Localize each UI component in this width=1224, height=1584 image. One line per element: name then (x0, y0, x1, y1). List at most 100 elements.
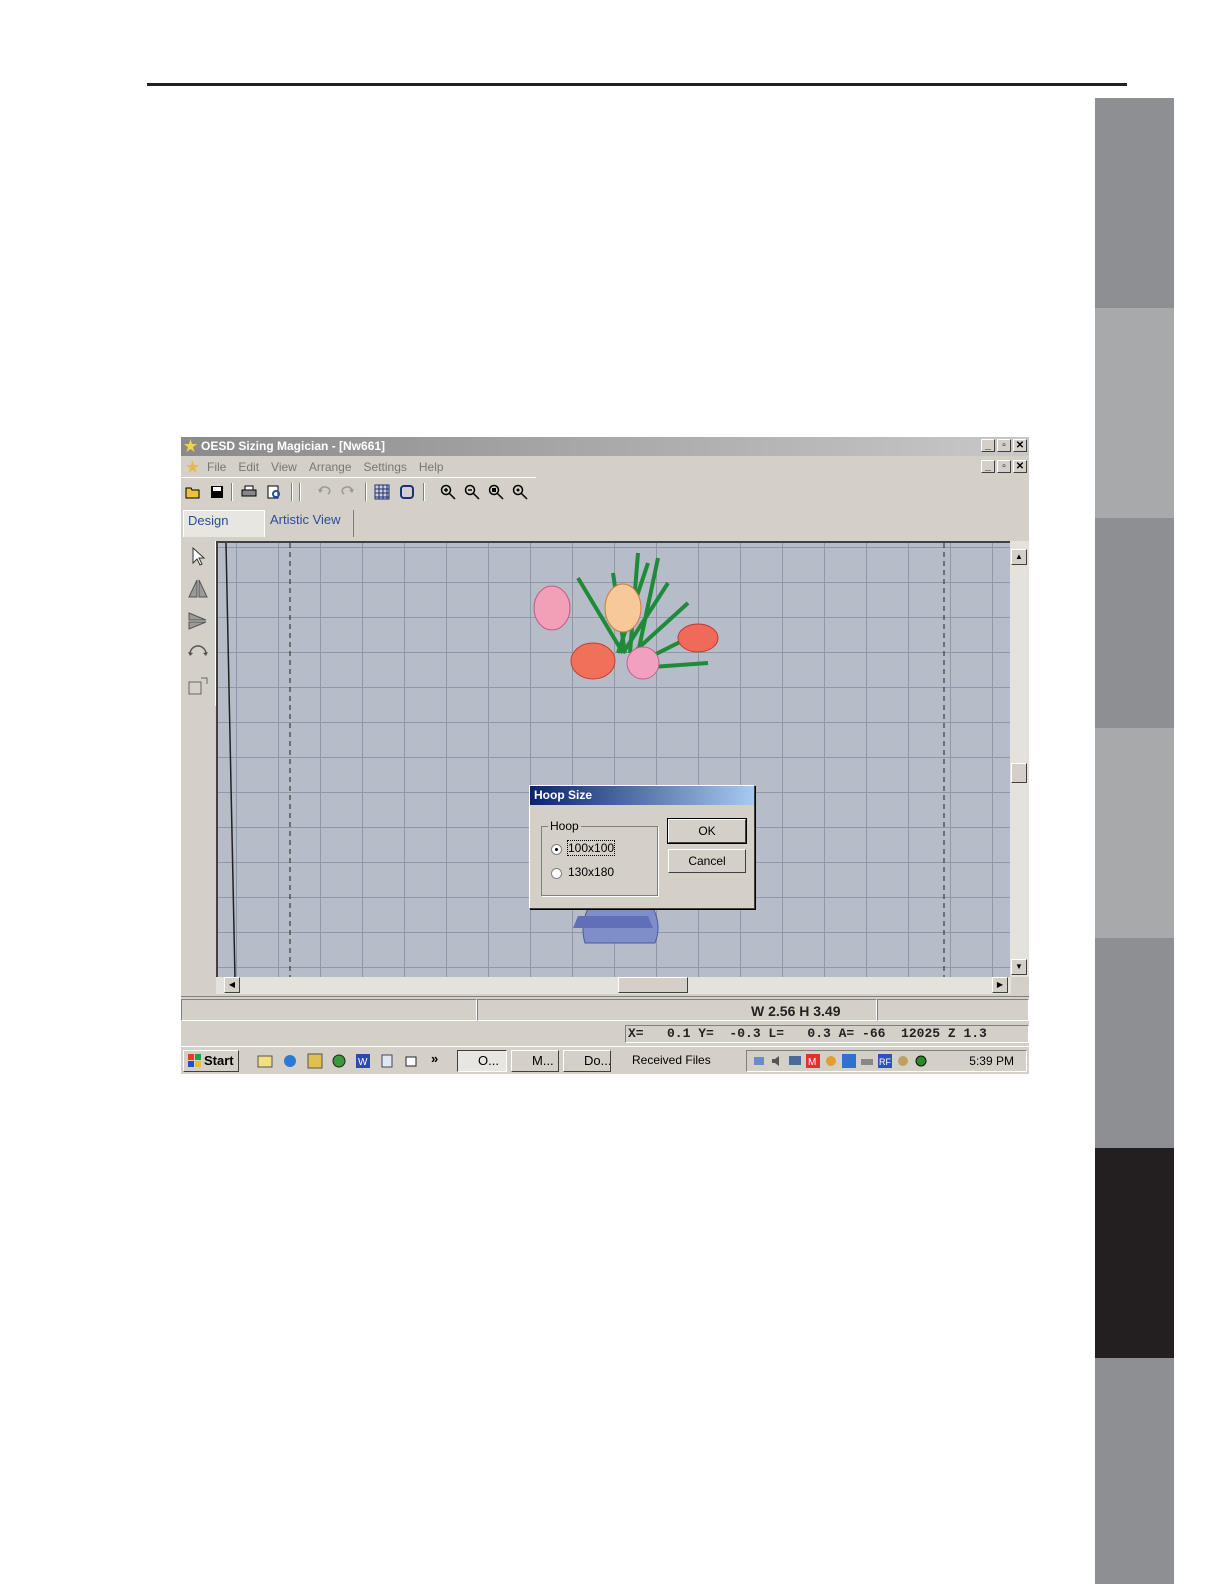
canvas-overlay (225, 543, 945, 977)
coordinate-bar: X= 0.1 Y= -0.3 L= 0.3 A= -66 12025 Z 1.3 (181, 1023, 1029, 1045)
svg-text:W: W (358, 1057, 368, 1068)
tray-speaker-icon[interactable] (770, 1054, 784, 1068)
section-tab-4 (1095, 728, 1174, 938)
mirror-horizontal-icon[interactable] (187, 610, 209, 632)
ok-button[interactable]: OK (667, 818, 747, 844)
hoop-edge-line (225, 543, 236, 977)
received-files-label[interactable]: Received Files (632, 1053, 711, 1067)
svg-text:M: M (808, 1057, 816, 1068)
radio-label-130x180[interactable]: 130x180 (568, 865, 614, 879)
menu-arrange[interactable]: Arrange (309, 460, 352, 474)
menu-help[interactable]: Help (419, 460, 444, 474)
dialog-title[interactable]: Hoop Size (530, 786, 754, 805)
task-sizing-magician[interactable]: O... (457, 1050, 507, 1072)
hoop-size-dialog: Hoop Size 100x100 130x180 Hoop OK Cancel (529, 785, 755, 909)
view-tabs: Design Artistic View (181, 507, 1029, 539)
windows-logo-icon (188, 1054, 201, 1067)
zoom-fit-icon[interactable] (487, 483, 505, 501)
app-window: OESD Sizing Magician - [Nw661] _ ▫ ✕ Fil… (181, 437, 1029, 1074)
toolbar-separator (291, 483, 293, 501)
quick-launch-window-icon[interactable] (403, 1053, 419, 1069)
vertical-scroll-thumb[interactable] (1011, 763, 1027, 783)
doc-restore-button[interactable]: ▫ (997, 460, 1011, 473)
zoom-in-icon[interactable] (439, 483, 457, 501)
status-cell-3 (877, 999, 1029, 1021)
doc-minimize-button[interactable]: _ (981, 460, 995, 473)
hoop-icon[interactable] (398, 483, 416, 501)
quick-launch-cd-icon[interactable] (331, 1053, 347, 1069)
taskbar: Start W » O... M... Do... Received Files… (181, 1046, 1029, 1074)
quick-launch-app-icon[interactable] (307, 1053, 323, 1069)
tray-printer-icon[interactable] (860, 1054, 874, 1068)
tray-gear-icon[interactable] (914, 1054, 928, 1068)
close-button[interactable]: ✕ (1013, 439, 1027, 452)
vertical-scrollbar[interactable]: ▲ ▼ (1010, 541, 1029, 977)
minimize-button[interactable]: _ (981, 439, 995, 452)
start-label: Start (204, 1053, 234, 1068)
tab-artistic-view[interactable]: Artistic View (266, 510, 354, 537)
save-icon[interactable] (208, 483, 226, 501)
horizontal-scroll-thumb[interactable] (618, 977, 688, 993)
restore-button[interactable]: ▫ (997, 439, 1011, 452)
redo-icon[interactable] (339, 483, 357, 501)
menu-file[interactable]: File (207, 460, 226, 474)
title-bar[interactable]: OESD Sizing Magician - [Nw661] _ ▫ ✕ (181, 437, 1029, 456)
clock[interactable]: 5:39 PM (969, 1054, 1014, 1068)
zoom-out-icon[interactable] (463, 483, 481, 501)
scroll-up-button[interactable]: ▲ (1011, 549, 1027, 565)
resize-icon[interactable] (187, 676, 209, 698)
more-chevron-icon[interactable]: » (431, 1051, 438, 1066)
section-tab-3 (1095, 518, 1174, 728)
menu-view[interactable]: View (271, 460, 297, 474)
mirror-vertical-icon[interactable] (187, 578, 209, 600)
radio-100x100[interactable] (551, 844, 562, 855)
status-cell-1 (181, 999, 477, 1021)
tray-monitor-icon[interactable] (788, 1054, 802, 1068)
word-icon[interactable]: W (355, 1053, 371, 1069)
toolbar-separator (423, 483, 425, 501)
open-folder-icon[interactable] (184, 483, 202, 501)
menu-settings[interactable]: Settings (364, 460, 407, 474)
toolbar-separator (365, 483, 367, 501)
horizontal-scrollbar[interactable]: ◀ ▶ (216, 977, 1011, 994)
tray-chart-icon[interactable] (842, 1054, 856, 1068)
status-bar: W 2.56 H 3.49 (181, 996, 1029, 1023)
select-arrow-icon[interactable] (187, 546, 209, 568)
zoom-actual-icon[interactable] (511, 483, 529, 501)
tray-sync-icon[interactable] (896, 1054, 910, 1068)
internet-explorer-icon[interactable] (282, 1053, 298, 1069)
section-tab-5 (1095, 938, 1174, 1148)
quick-launch-doc-icon[interactable] (379, 1053, 395, 1069)
task-word-2[interactable]: Do... (563, 1050, 611, 1072)
section-tab-strip (1095, 98, 1174, 1584)
doc-close-button[interactable]: ✕ (1013, 460, 1027, 473)
scroll-left-button[interactable]: ◀ (224, 977, 240, 993)
start-button[interactable]: Start (183, 1050, 239, 1072)
scroll-right-button[interactable]: ▶ (992, 977, 1008, 993)
cancel-button[interactable]: Cancel (668, 849, 746, 873)
show-desktop-icon[interactable] (257, 1053, 273, 1069)
toolbar (181, 477, 536, 506)
print-preview-icon[interactable] (265, 483, 283, 501)
tab-design[interactable]: Design (183, 510, 265, 537)
app-star-icon (184, 439, 197, 452)
grid-icon[interactable] (373, 483, 391, 501)
menu-edit[interactable]: Edit (238, 460, 259, 474)
window-title: OESD Sizing Magician - [Nw661] (201, 439, 386, 453)
undo-icon[interactable] (315, 483, 333, 501)
rotate-icon[interactable] (187, 640, 209, 662)
tray-rf-icon[interactable]: RF (878, 1054, 892, 1068)
radio-label-100x100[interactable]: 100x100 (566, 840, 616, 856)
section-tab-7 (1095, 1358, 1174, 1584)
print-icon[interactable] (240, 483, 258, 501)
task-word-1[interactable]: M... (511, 1050, 559, 1072)
design-canvas[interactable]: Hoop Size 100x100 130x180 Hoop OK Cancel (216, 541, 1011, 977)
tray-app-icon[interactable] (824, 1054, 838, 1068)
tray-m-icon[interactable]: M (806, 1054, 820, 1068)
hoop-group-box: 100x100 130x180 (541, 826, 658, 896)
left-toolbox (181, 541, 216, 706)
radio-130x180[interactable] (551, 868, 562, 879)
tray-network-icon[interactable] (752, 1054, 766, 1068)
system-tray: M RF 5:39 PM (746, 1050, 1027, 1072)
scroll-down-button[interactable]: ▼ (1011, 959, 1027, 975)
